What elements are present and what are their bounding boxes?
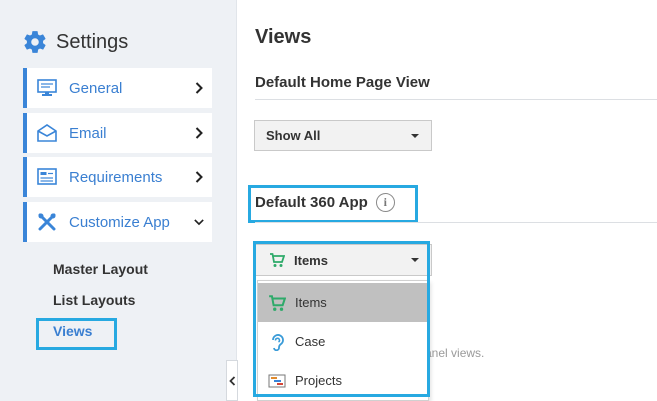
sidebar-item-general[interactable]: General bbox=[23, 68, 212, 108]
sidebar-title: Settings bbox=[56, 30, 129, 53]
settings-sidebar: Settings General Email Requirements Cust… bbox=[0, 0, 237, 401]
chevron-right-icon bbox=[194, 81, 204, 95]
document-list-icon bbox=[37, 168, 57, 186]
tools-icon bbox=[37, 213, 57, 231]
sidebar-subitem-master-layout[interactable]: Master Layout bbox=[53, 261, 148, 277]
sidebar-item-label: Email bbox=[69, 124, 107, 142]
sidebar-item-label: General bbox=[69, 79, 123, 97]
collapse-sidebar-button[interactable] bbox=[226, 360, 238, 401]
views-highlight-box bbox=[36, 318, 117, 350]
gear-icon bbox=[22, 29, 48, 55]
views-settings-panel: Views Default Home Page View Show All De… bbox=[238, 0, 657, 401]
home-view-select-value: Show All bbox=[266, 128, 321, 143]
chevron-left-icon bbox=[228, 375, 235, 386]
envelope-icon bbox=[37, 124, 57, 142]
app-360-highlight-box bbox=[248, 185, 418, 223]
page-title: Views bbox=[255, 26, 312, 48]
divider bbox=[255, 99, 657, 100]
background-help-text: anel views. bbox=[425, 346, 485, 360]
chevron-right-icon bbox=[194, 170, 204, 184]
sidebar-item-customize-app[interactable]: Customize App bbox=[23, 202, 212, 242]
chevron-right-icon bbox=[194, 126, 204, 140]
sidebar-item-email[interactable]: Email bbox=[23, 113, 212, 153]
home-view-heading: Default Home Page View bbox=[255, 74, 430, 91]
sidebar-item-label: Requirements bbox=[69, 168, 163, 186]
dropdown-highlight-box bbox=[253, 241, 430, 397]
chevron-down-icon bbox=[194, 215, 204, 229]
sidebar-item-label: Customize App bbox=[69, 213, 170, 231]
home-view-select[interactable]: Show All bbox=[254, 120, 432, 151]
divider bbox=[255, 222, 657, 223]
monitor-icon bbox=[37, 79, 57, 97]
sidebar-subitem-list-layouts[interactable]: List Layouts bbox=[53, 292, 135, 308]
sidebar-header: Settings bbox=[22, 27, 128, 57]
sidebar-item-requirements[interactable]: Requirements bbox=[23, 157, 212, 197]
caret-down-icon bbox=[411, 133, 419, 138]
